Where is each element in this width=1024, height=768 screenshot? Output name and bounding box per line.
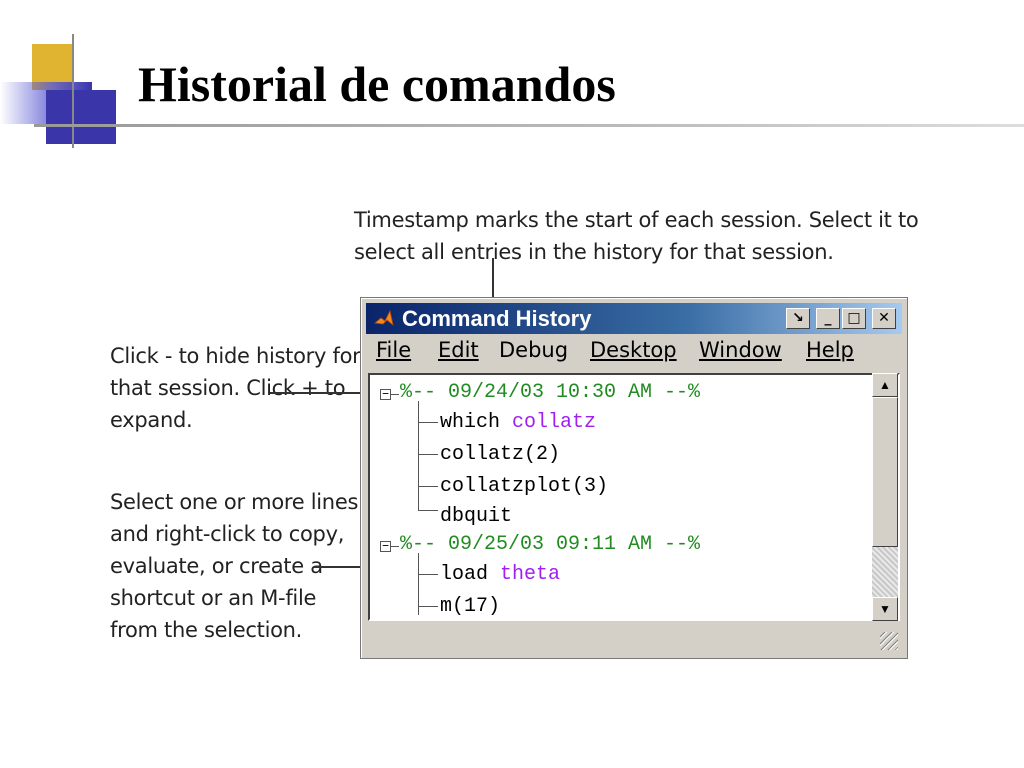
minimize-button[interactable]: _ [816,308,840,329]
history-entry-cmd: m(17) [440,595,501,618]
menu-edit[interactable]: Edit [438,338,479,362]
session-1-timestamp-text: %-- 09/24/03 10:30 AM --% [400,381,701,404]
menu-desktop[interactable]: Desktop [590,338,677,362]
tree-connector [418,486,438,487]
decoration-horizontal-rule [34,124,1024,127]
history-entry[interactable]: which collatz [440,411,596,435]
window-title: Command History [402,306,592,331]
history-entry[interactable]: load theta [440,563,560,587]
close-icon: ✕ [878,310,890,326]
history-entry[interactable]: m(17) [440,595,500,619]
history-entry[interactable]: dbquit [440,505,512,529]
close-button[interactable]: ✕ [872,308,896,329]
history-entry[interactable]: collatz(2) [440,443,560,467]
tree-connector [418,606,438,607]
tree-connector [418,454,438,455]
tree-connector [391,394,399,395]
session-1-timestamp[interactable]: %-- 09/24/03 10:30 AM --% [400,381,700,405]
history-pane[interactable]: − %-- 09/24/03 10:30 AM --% which collat… [368,373,900,621]
tree-connector [418,510,438,511]
menu-help-label: Help [806,338,854,362]
tree-connector [418,574,438,575]
history-entry-cmd: dbquit [440,505,513,528]
collapse-session-1-icon[interactable]: − [380,388,391,400]
maximize-button[interactable]: □ [842,308,866,329]
resize-grip-icon[interactable] [880,632,898,650]
menu-help[interactable]: Help [806,338,854,362]
window-titlebar[interactable]: Command History ↘ _ □ ✕ [366,303,902,334]
menu-file-label: File [376,338,412,362]
menu-debug[interactable]: Debug [499,338,568,362]
history-entry-arg: collatz [512,411,597,434]
callout-collapse: Click - to hide history for that session… [110,344,361,432]
scroll-down-arrow-icon[interactable]: ▼ [872,597,898,621]
history-entry-cmd: collatzplot(3) [440,475,609,498]
session-2-timestamp[interactable]: %-- 09/25/03 09:11 AM --% [400,533,700,557]
session-2-timestamp-text: %-- 09/25/03 09:11 AM --% [400,533,701,556]
matlab-logo-icon [374,309,394,327]
tree-connector [418,401,419,510]
menu-edit-label: Edit [438,338,479,362]
status-bar [366,624,902,654]
history-entry-cmd: collatz(2) [440,443,561,466]
tree-connector [418,422,438,423]
minimize-icon: _ [824,310,832,326]
restore-button[interactable]: ↘ [786,308,810,329]
callout-timestamp: Timestamp marks the start of each sessio… [354,208,919,264]
menu-file[interactable]: File [376,338,411,362]
tree-connector [391,546,399,547]
scroll-thumb[interactable] [872,397,898,547]
menu-desktop-label: Desktop [590,338,677,362]
menu-debug-label: Debug [499,338,569,362]
decoration-vertical-line [72,34,74,148]
vertical-scrollbar[interactable]: ▲ ▼ [872,373,898,621]
collapse-session-2-icon[interactable]: − [380,540,391,552]
restore-icon: ↘ [792,310,804,326]
history-entry-cmd: which [440,411,501,434]
history-entry[interactable]: collatzplot(3) [440,475,608,499]
history-entry-cmd: load [440,563,489,586]
menu-window[interactable]: Window [699,338,782,362]
menu-bar: File Edit Debug Desktop Window Help [366,336,902,366]
slide-title: Historial de comandos [138,56,616,112]
maximize-icon: □ [847,310,861,326]
menu-window-label: Window [699,338,782,362]
command-history-window: Command History ↘ _ □ ✕ File Edit Debug … [360,297,908,659]
decoration-blue-square [46,90,116,144]
scroll-up-arrow-icon[interactable]: ▲ [872,373,898,397]
history-entry-arg: theta [500,563,561,586]
